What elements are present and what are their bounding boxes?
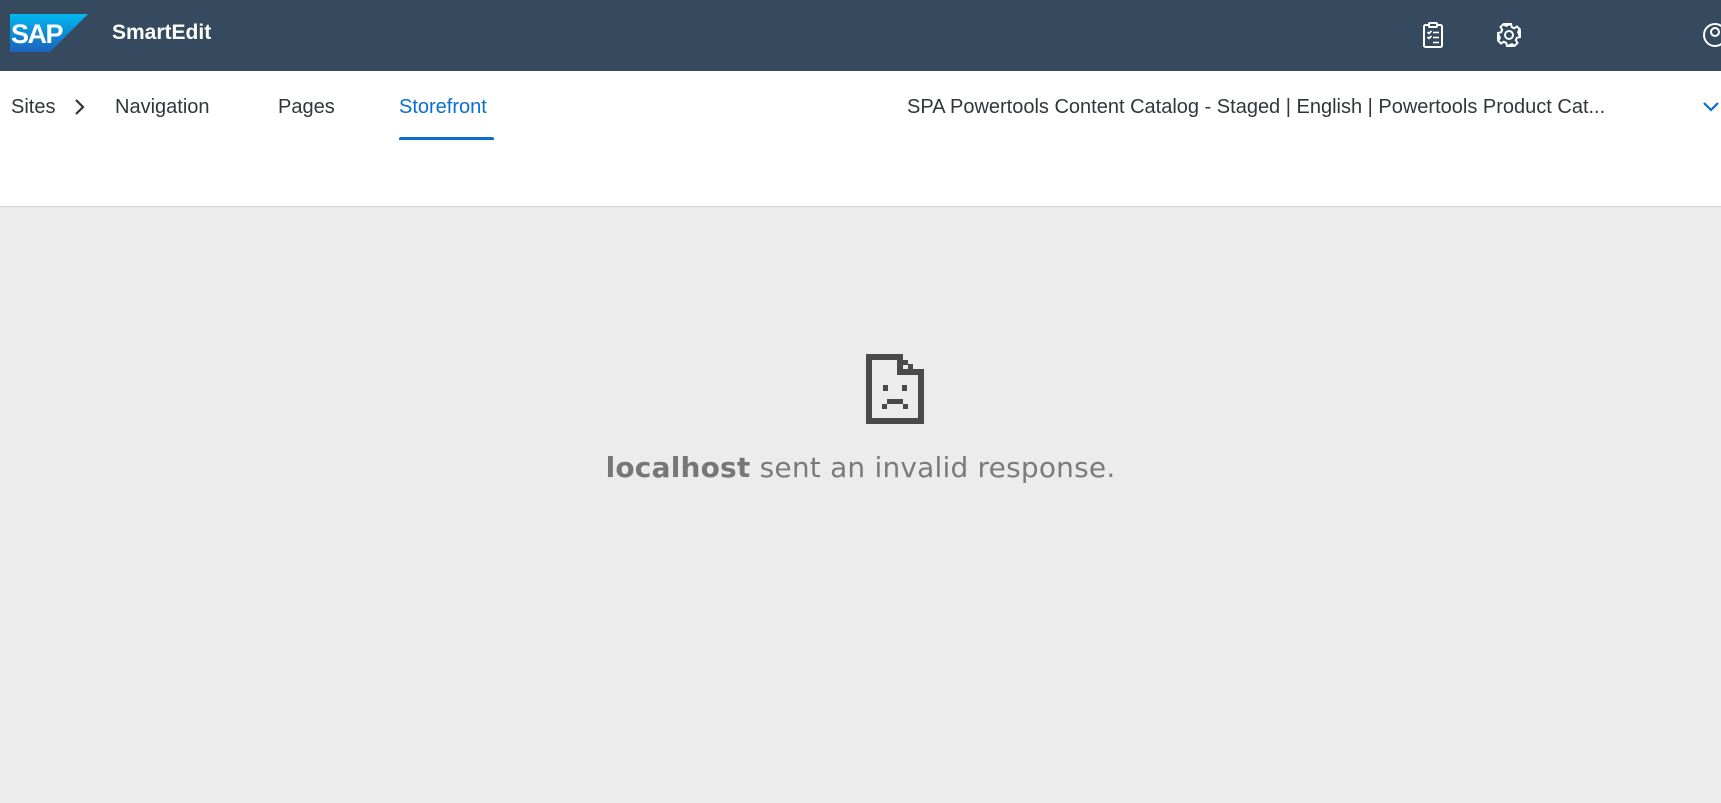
svg-text:SAP: SAP [11,19,64,49]
storefront-frame [0,207,1721,803]
error-host: localhost [605,451,751,484]
sad-document-icon [866,354,924,424]
app-title: SmartEdit [112,21,212,44]
error-text: sent an invalid response. [759,451,1116,484]
active-tab-indicator [399,137,494,140]
chevron-down-icon[interactable] [1702,98,1721,116]
chevron-right-icon [75,99,85,115]
user-button[interactable] [1697,17,1721,53]
tab-storefront[interactable]: Storefront [399,95,487,119]
navigation-bar: Sites Navigation Pages Storefront SPA Po… [0,71,1721,144]
task-list-button[interactable] [1415,17,1451,53]
error-message: localhost sent an invalid response. [0,451,1721,485]
sap-logo[interactable]: SAP [10,14,88,52]
user-icon [1703,23,1721,47]
task-list-icon [1423,22,1443,48]
perspective-toolbar [0,143,1721,207]
catalog-context-selector[interactable]: SPA Powertools Content Catalog - Staged … [907,95,1605,119]
smartedit-app: SAP SmartEdit Sites Navigation Pages Sto… [0,0,1721,803]
shell-bar: SAP SmartEdit [0,0,1721,71]
settings-button[interactable] [1491,17,1527,53]
tab-pages[interactable]: Pages [278,95,335,119]
tab-navigation[interactable]: Navigation [115,95,210,119]
gear-icon [1496,22,1522,48]
breadcrumb-sites[interactable]: Sites [11,95,55,119]
